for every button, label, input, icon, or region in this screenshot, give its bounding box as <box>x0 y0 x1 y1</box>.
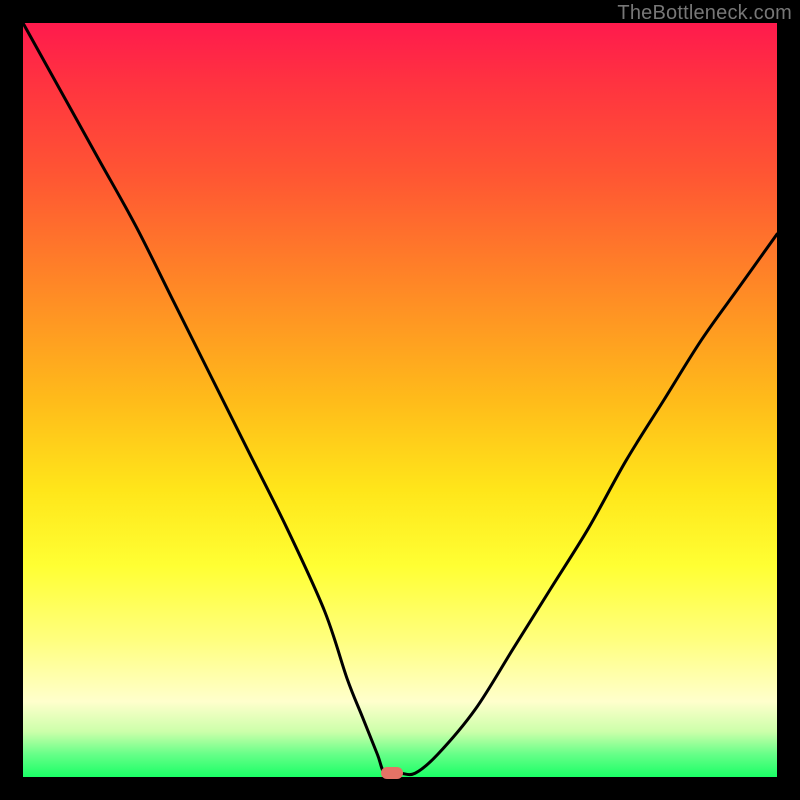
optimal-marker <box>381 767 403 779</box>
chart-frame: TheBottleneck.com <box>0 0 800 800</box>
bottleneck-curve <box>23 23 777 777</box>
watermark-text: TheBottleneck.com <box>617 2 792 25</box>
plot-area <box>23 23 777 777</box>
